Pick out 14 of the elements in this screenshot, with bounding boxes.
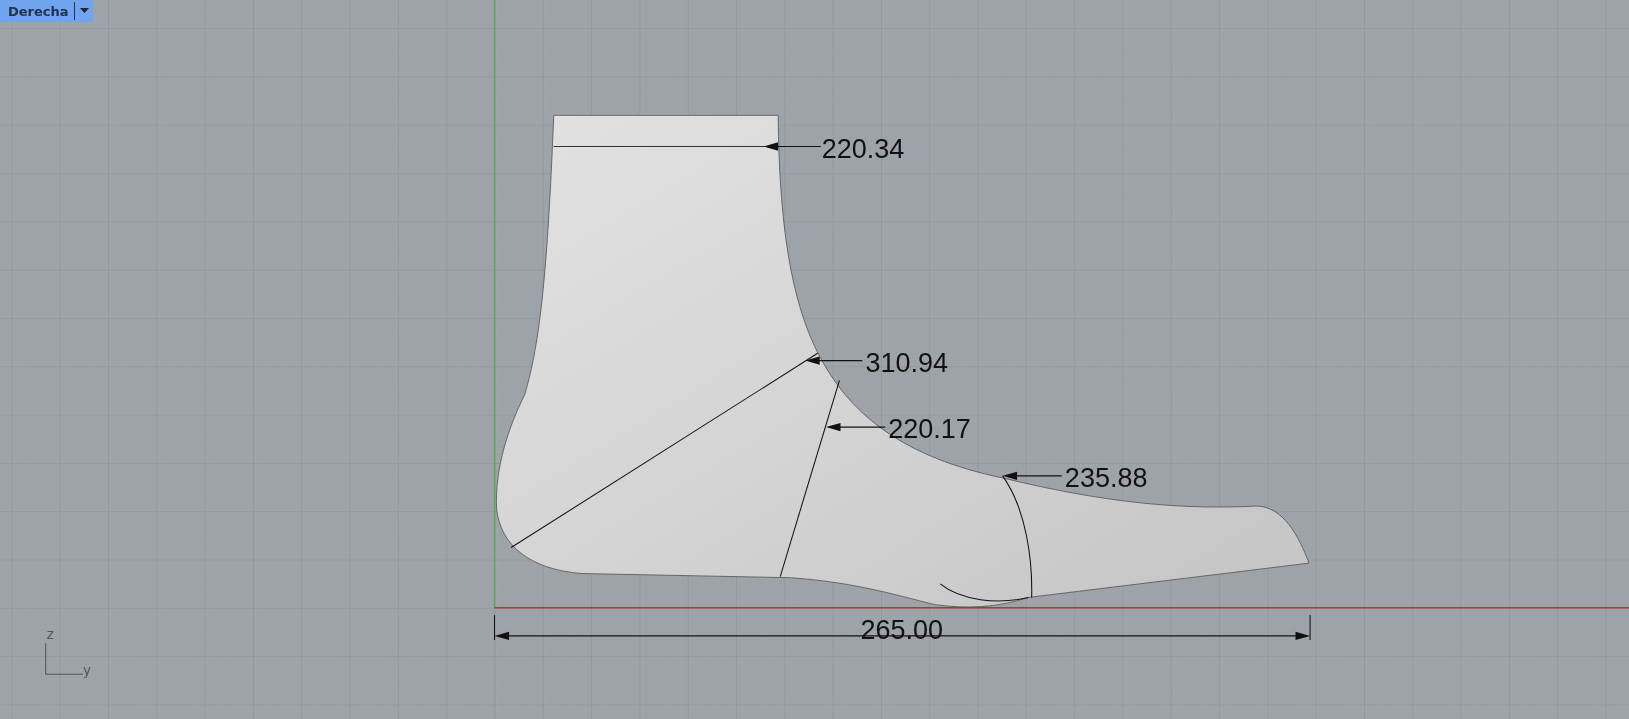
- dimension-label: 310.94: [865, 347, 948, 378]
- dimension-label: 220.17: [888, 414, 971, 445]
- leader-line: [825, 422, 886, 432]
- leader-line: [805, 356, 863, 365]
- axis-icon: [45, 642, 84, 675]
- viewport-title[interactable]: Derecha: [8, 3, 69, 19]
- viewport-tab[interactable]: Derecha: [0, 0, 93, 22]
- leader-line: [763, 142, 822, 151]
- dimension-label: 220.34: [821, 133, 905, 164]
- axis-label: z: [46, 626, 54, 642]
- dimension-label: 235.88: [1064, 463, 1148, 494]
- leader-line: [1002, 471, 1063, 481]
- axis-label: y: [83, 662, 92, 679]
- dropdown-caret-icon[interactable]: [79, 8, 89, 14]
